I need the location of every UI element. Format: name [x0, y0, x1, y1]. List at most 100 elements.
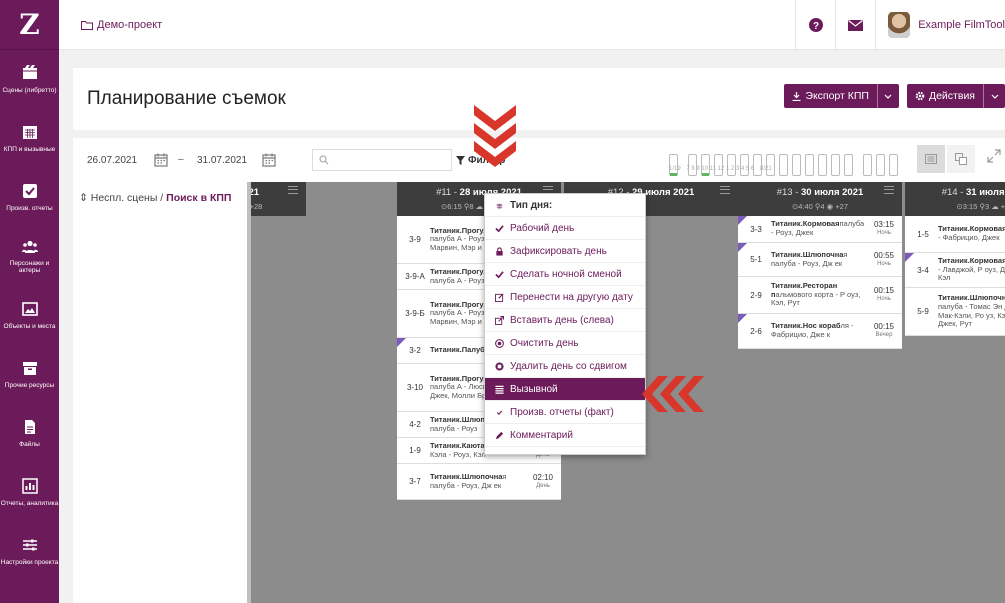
- app-logo[interactable]: Z: [0, 0, 59, 50]
- sidebar-item-box[interactable]: Прочие ресурсы: [0, 345, 59, 404]
- day-header[interactable]: #13 - 30 июля 2021 ⊙4:40 ⚲4 ◉ +27: [738, 182, 902, 216]
- scene-number: 3-9-А: [405, 272, 425, 281]
- date-from-field[interactable]: 26.07.2021: [87, 149, 137, 171]
- search-input[interactable]: [312, 149, 452, 171]
- unplanned-scenes-title: ⇕ Неспл. сцены / Поиск в КПП: [79, 192, 231, 204]
- day-minibar[interactable]: [727, 154, 736, 176]
- actions-dropdown-toggle[interactable]: [983, 84, 1005, 108]
- scene-card[interactable]: 2-9 Титаник.Ресторан пальмового корта - Р…: [738, 277, 902, 314]
- ctx-item-remove[interactable]: Удалить день со сдвигом: [485, 355, 645, 378]
- expand-icon[interactable]: [987, 149, 1001, 163]
- ctx-item-label: Зафиксировать день: [510, 245, 607, 257]
- ctx-item-insert[interactable]: Вставить день (слева): [485, 309, 645, 332]
- copy-view-button[interactable]: [947, 145, 975, 173]
- scene-card[interactable]: 3-7 Титаник.Шлюпочная палуба - Роуз, Дж е…: [397, 464, 561, 500]
- calendar-icon[interactable]: [154, 153, 168, 167]
- ctx-item-clear[interactable]: Очистить день: [485, 332, 645, 355]
- hamburger-menu-icon[interactable]: [720, 186, 730, 194]
- ctx-item-check[interactable]: Рабочий день: [485, 217, 645, 240]
- sidebar-item-image[interactable]: Объекты и места: [0, 286, 59, 345]
- sidebar-item-file[interactable]: Файлы: [0, 404, 59, 463]
- scene-number: 3-7: [409, 477, 421, 486]
- scene-card[interactable]: 1-5 Титаник.Кормоваяпалуба - Фабрицио, Дж…: [905, 216, 1005, 253]
- scene-flag-marker: [397, 338, 406, 347]
- calendar-icon[interactable]: [262, 153, 276, 167]
- scene-card[interactable]: 5-9 Титаник.Шлюпочная палуба - Томас Эн д…: [905, 288, 1005, 336]
- list-icon: [925, 154, 937, 164]
- scene-card[interactable]: 3-3 Титаник.Кормоваяпалуба - Роуз, Джек 03…: [738, 216, 902, 243]
- scene-daytime: Вечер: [875, 332, 893, 339]
- ctx-item-label: Тип дня:: [510, 199, 553, 211]
- help-icon: ?: [808, 18, 823, 32]
- day-minibar[interactable]: [701, 154, 710, 176]
- sidebar-item-people[interactable]: Персонажи и актеры: [0, 227, 59, 286]
- sidebar-item-calendar[interactable]: КПП и вызывные: [0, 109, 59, 168]
- user-menu[interactable]: Example FilmTool: [875, 0, 1005, 50]
- day-minibar[interactable]: [688, 154, 697, 176]
- day-minibar[interactable]: [740, 154, 749, 176]
- actions-button[interactable]: Действия: [906, 84, 1005, 108]
- check-icon: [495, 270, 504, 279]
- day-date: 31 июля 2021: [966, 187, 1005, 198]
- ctx-item-list[interactable]: Вызывной: [485, 378, 645, 401]
- day-stats: 0 ◉ +28: [251, 202, 306, 211]
- scene-card[interactable]: 2-6 Титаник.Нос корабля - Фабрицио, Дже к…: [738, 314, 902, 349]
- unplanned-scenes-pane: ⇕ Неспл. сцены / Поиск в КПП: [73, 182, 248, 603]
- sidebar-item-sliders[interactable]: Настройки проекта: [0, 522, 59, 581]
- hamburger-menu-icon[interactable]: [884, 186, 894, 194]
- edit-icon: [495, 293, 504, 302]
- date-to-field[interactable]: 31.07.2021: [197, 149, 247, 171]
- day-minibar[interactable]: [844, 154, 853, 176]
- user-name: Example FilmTool: [918, 19, 1005, 31]
- day-minibar[interactable]: [792, 154, 801, 176]
- day-minibar[interactable]: [818, 154, 827, 176]
- ctx-item-check[interactable]: Сделать ночной сменой: [485, 263, 645, 286]
- day-minibar[interactable]: [714, 154, 723, 176]
- day-header[interactable]: #14 - 31 июля 2021 ⊙3:15 ⚲3 ☁ +29: [905, 182, 1005, 216]
- export-kpp-button[interactable]: Экспорт КПП: [784, 84, 899, 108]
- scene-number: 3-4: [917, 265, 929, 275]
- scene-duration: 02:10 День: [528, 472, 558, 489]
- day-minibar[interactable]: [805, 154, 814, 176]
- scene-card[interactable]: 5-1 Титаник.Шлюпочная палуба - Роуз, Дж е…: [738, 243, 902, 277]
- copy-icon: [955, 153, 967, 165]
- day-minibar[interactable]: [669, 154, 678, 176]
- ctx-item-edit[interactable]: Перенести на другую дату: [485, 286, 645, 309]
- export-dropdown-toggle[interactable]: [876, 84, 899, 108]
- day-minibar[interactable]: [876, 154, 885, 176]
- day-header[interactable]: 2021 0 ◉ +28: [251, 182, 306, 216]
- people-icon: [21, 239, 38, 260]
- sidebar-item-checkbox[interactable]: Произв. отчеты: [0, 168, 59, 227]
- breadcrumb[interactable]: Демо-проект: [81, 19, 162, 31]
- day-stats: ⊙3:15 ⚲3 ☁ +29: [905, 202, 1005, 211]
- breadcrumb-project[interactable]: Демо-проект: [97, 19, 162, 31]
- scene-description: Титаник.Кормоваяпалуба - Фабрицио, Джек: [938, 225, 1005, 242]
- scene-flag-marker: [738, 216, 747, 225]
- day-stats-text: 0 ◉ +28: [251, 202, 263, 211]
- day-minibar[interactable]: [779, 154, 788, 176]
- search-in-kpp-link[interactable]: Поиск в КПП: [166, 192, 231, 204]
- day-minibar[interactable]: [863, 154, 872, 176]
- sidebar-item-film[interactable]: Сцены (либретто): [0, 50, 59, 109]
- help-button[interactable]: ?: [795, 0, 835, 50]
- search-icon: [319, 155, 329, 165]
- day-minibar[interactable]: [831, 154, 840, 176]
- sidebar-item-label: Персонажи и актеры: [9, 259, 50, 275]
- scene-flag-marker: [738, 243, 747, 252]
- chevron-down-icon: [991, 94, 998, 99]
- list-view-button[interactable]: [917, 145, 945, 173]
- day-minibar[interactable]: [889, 154, 898, 176]
- sort-icon[interactable]: ⇕: [79, 192, 88, 204]
- annotation-arrow-down: [474, 105, 516, 167]
- messages-button[interactable]: [835, 0, 875, 50]
- scene-time: 02:10: [532, 472, 554, 482]
- scene-card[interactable]: 3-4 Титаник.Кормоваяпалуба - Лавджой, Р о…: [905, 253, 1005, 288]
- ctx-item-lock[interactable]: Зафиксировать день: [485, 240, 645, 263]
- sidebar-item-chart[interactable]: Отчеты, аналитика: [0, 463, 59, 522]
- day-minibar[interactable]: [753, 154, 762, 176]
- hamburger-menu-icon[interactable]: [288, 186, 298, 194]
- ctx-item-checkbox[interactable]: Произв. отчеты (факт): [485, 401, 645, 424]
- ctx-item-pencil[interactable]: Комментарий: [485, 424, 645, 447]
- day-minibar[interactable]: [766, 154, 775, 176]
- day-stats-text: ⊙3:15 ⚲3 ☁ +29: [956, 202, 1005, 211]
